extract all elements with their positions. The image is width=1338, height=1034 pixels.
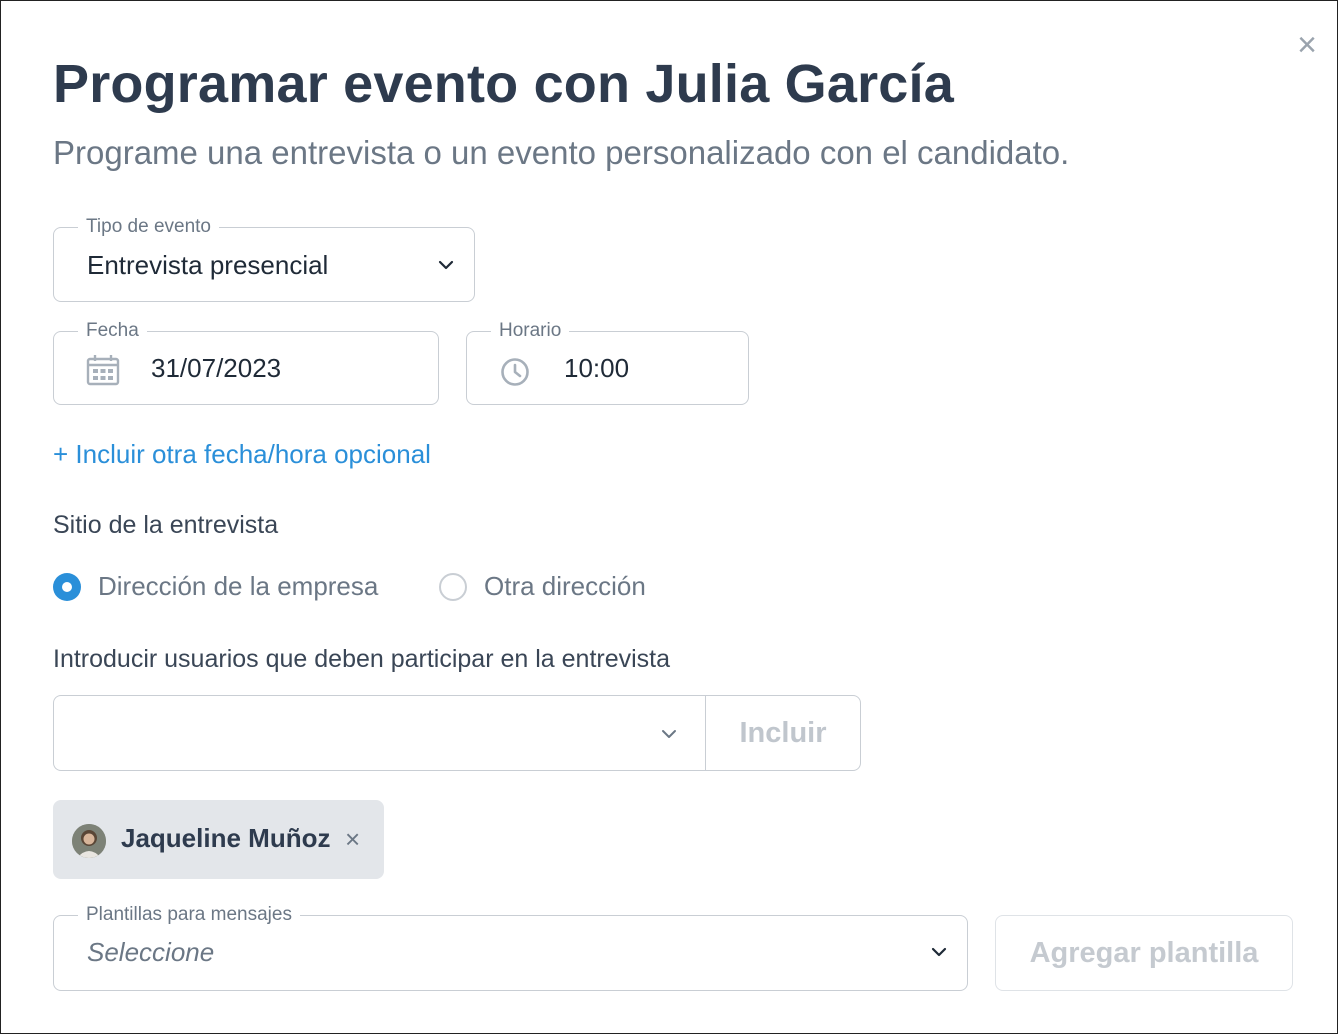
date-label: Fecha	[78, 319, 147, 343]
message-template-select[interactable]: Plantillas para mensajes Seleccione	[53, 903, 968, 991]
participant-name: Jaqueline Muñoz	[121, 823, 331, 853]
calendar-icon	[86, 355, 120, 386]
time-field[interactable]: Horario 10:00	[466, 319, 749, 405]
time-value: 10:00	[564, 353, 630, 383]
avatar	[72, 824, 106, 858]
event-type-value: Entrevista presencial	[87, 250, 329, 280]
date-value: 31/07/2023	[151, 353, 282, 383]
message-template-placeholder: Seleccione	[87, 937, 215, 967]
date-field[interactable]: Fecha 31/07/2023	[53, 319, 439, 405]
clock-icon	[501, 358, 529, 386]
message-template-label: Plantillas para mensajes	[78, 903, 300, 927]
radio-company-address[interactable]: Dirección de la empresa	[53, 571, 378, 602]
chevron-down-icon	[662, 730, 676, 738]
remove-participant-icon[interactable]: ×	[345, 824, 360, 854]
close-icon[interactable]: ×	[1291, 28, 1323, 62]
schedule-event-modal: × Programar evento con Julia García Prog…	[0, 0, 1338, 1034]
event-type-select[interactable]: Tipo de evento Entrevista presencial	[53, 215, 475, 302]
include-user-button[interactable]: Incluir	[705, 695, 861, 771]
radio-company-address-label: Dirección de la empresa	[98, 571, 379, 601]
participants-select[interactable]	[53, 695, 707, 771]
chevron-down-icon	[438, 260, 454, 270]
chevron-down-icon	[931, 947, 947, 957]
add-template-button[interactable]: Agregar plantilla	[995, 915, 1293, 991]
radio-other-address[interactable]: Otra dirección	[439, 571, 646, 602]
location-section-label: Sitio de la entrevista	[53, 511, 279, 539]
radio-unchecked-icon[interactable]	[439, 572, 467, 601]
time-label: Horario	[491, 319, 570, 343]
radio-checked-icon[interactable]	[53, 572, 81, 601]
add-optional-datetime-link[interactable]: + Incluir otra fecha/hora opcional	[53, 439, 431, 470]
participant-chip: Jaqueline Muñoz ×	[53, 800, 384, 879]
radio-other-address-label: Otra dirección	[484, 571, 646, 601]
participants-section-label: Introducir usuarios que deben participar…	[53, 645, 671, 673]
modal-subtitle: Programe una entrevista o un evento pers…	[53, 134, 1070, 171]
event-type-label: Tipo de evento	[78, 215, 219, 239]
modal-title: Programar evento con Julia García	[53, 54, 954, 114]
